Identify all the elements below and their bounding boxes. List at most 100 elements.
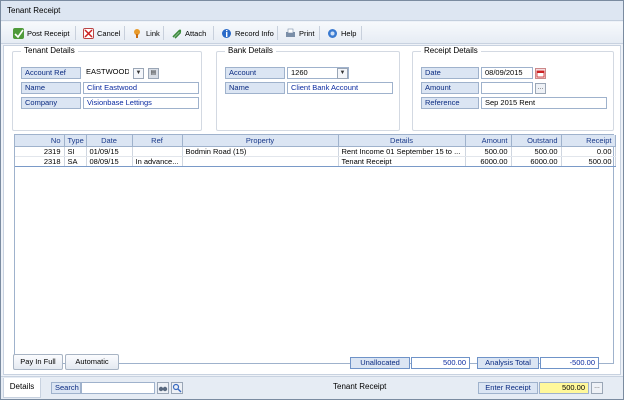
tenant-details-legend: Tenant Details — [21, 46, 78, 55]
receipt-details-legend: Receipt Details — [421, 46, 481, 55]
toolbar-divider — [213, 26, 214, 40]
automatic-button[interactable]: Automatic — [65, 354, 119, 370]
tenant-receipt-window: Tenant Receipt Post Receipt Cancel Link — [0, 0, 624, 400]
cell-no: 2318 — [15, 156, 65, 167]
search-options-icon[interactable] — [171, 382, 183, 394]
col-header-amount[interactable]: Amount — [465, 135, 512, 147]
transactions-table: No Type Date Ref Property Details Amount… — [15, 135, 616, 167]
receipt-form: Tenant Details Account Ref EASTWOOD ▼ ▤ … — [3, 45, 621, 375]
attach-icon — [171, 28, 182, 39]
company-field[interactable]: Visionbase Lettings — [83, 97, 199, 109]
link-icon — [132, 28, 143, 39]
search-input[interactable] — [81, 382, 155, 394]
cell-date: 01/09/15 — [86, 146, 133, 157]
cell-type: SA — [64, 156, 87, 167]
print-button[interactable]: Print — [281, 25, 318, 41]
analysis-total-label: Analysis Total — [477, 357, 539, 369]
cell-property: Bodmin Road (15) — [182, 146, 339, 157]
search-label: Search — [51, 382, 81, 394]
account-ref-dropdown-icon[interactable]: ▼ — [133, 68, 144, 79]
pay-in-full-button[interactable]: Pay In Full — [13, 354, 63, 370]
toolbar-divider — [75, 26, 76, 40]
cancel-icon — [83, 27, 94, 39]
bank-name-field[interactable]: Client Bank Account — [287, 82, 393, 94]
analysis-total-value: -500.00 — [540, 357, 599, 369]
status-center-text: Tenant Receipt — [333, 382, 387, 391]
cancel-label: Cancel — [97, 28, 121, 38]
enter-receipt-label: Enter Receipt — [478, 382, 538, 394]
tab-details[interactable]: Details — [3, 378, 41, 398]
col-header-receipt[interactable]: Receipt — [561, 135, 616, 147]
status-bar: Details Search Tenant Receipt Enter Rece… — [1, 376, 623, 399]
col-header-property[interactable]: Property — [182, 135, 339, 147]
cell-no: 2319 — [15, 146, 65, 157]
enter-receipt-more-button[interactable]: … — [591, 382, 603, 394]
toolbar-divider — [277, 26, 278, 40]
bank-name-label: Name — [225, 82, 285, 94]
help-label: Help — [341, 28, 357, 38]
link-button[interactable]: Link — [128, 25, 164, 41]
bank-details-group: Bank Details Account 1260 ▼ Name Client … — [216, 46, 400, 131]
post-receipt-button[interactable]: Post Receipt — [9, 25, 74, 41]
toolbar-divider — [319, 26, 320, 40]
bank-account-dropdown-icon[interactable]: ▼ — [337, 68, 348, 79]
tenant-name-label: Name — [21, 82, 81, 94]
grid-header-row: No Type Date Ref Property Details Amount… — [15, 135, 616, 147]
post-receipt-icon — [13, 27, 24, 39]
unallocated-value: 500.00 — [411, 357, 470, 369]
table-row[interactable]: 2318 SA 08/09/15 In advance... Tenant Re… — [15, 156, 616, 167]
bank-account-label: Account — [225, 67, 285, 79]
date-label: Date — [421, 67, 479, 79]
attach-label: Attach — [185, 28, 207, 38]
cell-date: 08/09/15 — [86, 156, 133, 167]
cell-outstand: 500.00 — [511, 146, 562, 157]
calendar-icon[interactable] — [535, 68, 546, 79]
title-bar: Tenant Receipt — [1, 1, 623, 21]
cell-ref — [132, 146, 183, 157]
amount-label: Amount — [421, 82, 479, 94]
toolbar-divider — [124, 26, 125, 40]
print-label: Print — [299, 28, 315, 38]
account-ref-label: Account Ref — [21, 67, 81, 79]
reference-field[interactable]: Sep 2015 Rent — [481, 97, 607, 109]
receipt-details-group: Receipt Details Date 08/09/2015 Amount …… — [412, 46, 614, 131]
table-row[interactable]: 2319 SI 01/09/15 Bodmin Road (15) Rent I… — [15, 146, 616, 157]
search-binoculars-icon[interactable] — [157, 382, 169, 394]
record-info-button[interactable]: Record Info — [217, 25, 278, 41]
toolbar-divider — [361, 26, 362, 40]
col-header-details[interactable]: Details — [338, 135, 466, 147]
link-label: Link — [146, 28, 160, 38]
account-ref-field[interactable]: EASTWOOD — [83, 67, 129, 79]
col-header-type[interactable]: Type — [64, 135, 87, 147]
enter-receipt-field[interactable]: 500.00 — [539, 382, 589, 394]
cancel-button[interactable]: Cancel — [79, 25, 124, 41]
cell-details: Rent Income 01 September 15 to ... — [338, 146, 466, 157]
amount-field[interactable] — [481, 82, 533, 94]
cell-amount: 6000.00 — [465, 156, 512, 167]
col-header-ref[interactable]: Ref — [132, 135, 183, 147]
col-header-date[interactable]: Date — [86, 135, 133, 147]
transactions-grid: No Type Date Ref Property Details Amount… — [14, 134, 616, 364]
bank-details-legend: Bank Details — [225, 46, 276, 55]
cell-amount: 500.00 — [465, 146, 512, 157]
tenant-details-group: Tenant Details Account Ref EASTWOOD ▼ ▤ … — [12, 46, 202, 131]
record-info-icon — [221, 28, 232, 39]
record-info-label: Record Info — [235, 28, 274, 38]
help-icon — [327, 28, 338, 39]
cell-type: SI — [64, 146, 87, 157]
post-receipt-label: Post Receipt — [27, 28, 70, 38]
cell-receipt[interactable]: 500.00 — [561, 156, 616, 167]
cell-outstand: 6000.00 — [511, 156, 562, 167]
print-icon — [285, 28, 296, 39]
amount-more-button[interactable]: … — [535, 83, 546, 94]
cell-receipt[interactable]: 0.00 — [561, 146, 616, 157]
cell-details: Tenant Receipt — [338, 156, 466, 167]
help-button[interactable]: Help — [323, 25, 360, 41]
date-field[interactable]: 08/09/2015 — [481, 67, 533, 79]
col-header-no[interactable]: No — [15, 135, 65, 147]
cell-ref: In advance... — [132, 156, 183, 167]
account-lookup-icon[interactable]: ▤ — [148, 68, 159, 79]
attach-button[interactable]: Attach — [167, 25, 210, 41]
tenant-name-field[interactable]: Clint Eastwood — [83, 82, 199, 94]
col-header-outstand[interactable]: Outstand — [511, 135, 562, 147]
